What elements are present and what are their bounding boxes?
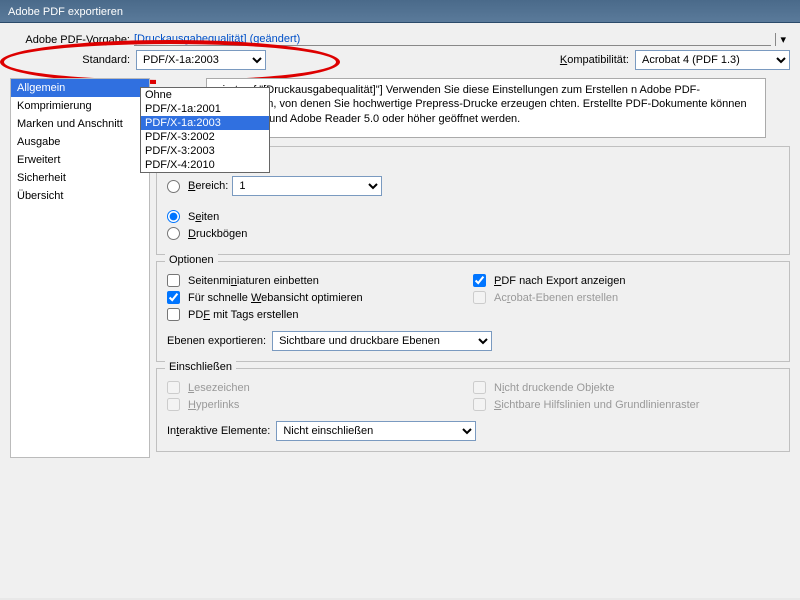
radio-spreads-row: Druckbögen — [167, 227, 779, 240]
sidebar: Allgemein Komprimierung Marken und Ansch… — [10, 78, 150, 458]
sidebar-item-uebersicht[interactable]: Übersicht — [11, 187, 149, 205]
dd-item-x1a2003[interactable]: PDF/X-1a:2003 — [141, 116, 269, 130]
window-titlebar: Adobe PDF exportieren — [0, 0, 800, 23]
interactive-select[interactable]: Nicht einschließen — [276, 421, 476, 441]
check-thumbnails[interactable] — [167, 274, 180, 287]
sidebar-item-marken[interactable]: Marken und Anschnitt — [11, 115, 149, 133]
check-fastweb-label: Für schnelle Webansicht optimieren — [188, 292, 363, 304]
compat-group: Kompatibilität: Acrobat 4 (PDF 1.3) — [560, 50, 790, 70]
radio-pages-row: Seiten — [167, 210, 779, 223]
check-acrolayers-label: Acrobat-Ebenen erstellen — [494, 292, 618, 304]
radio-range-label: Bereich: — [188, 180, 228, 192]
check-bookmarks-label: Lesezeichen — [188, 382, 250, 394]
dd-item-x1a2001[interactable]: PDF/X-1a:2001 — [141, 102, 269, 116]
check-hyperlinks-label: Hyperlinks — [188, 399, 239, 411]
radio-pages[interactable] — [167, 210, 180, 223]
sidebar-item-erweitert[interactable]: Erweitert — [11, 151, 149, 169]
check-guides-label: Sichtbare Hilfslinien und Grundlinienras… — [494, 399, 699, 411]
check-viewafter[interactable] — [473, 274, 486, 287]
standard-compat-row: Standard: PDF/X-1a:2003 Kompatibilität: … — [10, 50, 790, 70]
export-layers-label: Ebenen exportieren: — [167, 335, 266, 347]
include-title: Einschließen — [165, 361, 236, 373]
chevron-down-icon[interactable]: ▾ — [775, 33, 790, 46]
preset-select[interactable]: [Druckausgabequalität] (geändert) — [134, 33, 771, 46]
check-tagged[interactable] — [167, 308, 180, 321]
window-title: Adobe PDF exportieren — [8, 6, 123, 18]
standard-dropdown-popup: Ohne PDF/X-1a:2001 PDF/X-1a:2003 PDF/X-3… — [140, 87, 270, 173]
radio-pages-label: Seiten — [188, 211, 219, 223]
radio-range[interactable] — [167, 180, 180, 193]
options-title: Optionen — [165, 254, 218, 266]
options-section: Optionen Seitenminiaturen einbetten Für … — [156, 261, 790, 362]
compat-label: Kompatibilität: — [560, 54, 629, 66]
check-bookmarks — [167, 381, 180, 394]
interactive-label: Interaktive Elemente: — [167, 425, 270, 437]
radio-range-row: Bereich: 1 — [167, 176, 779, 196]
check-acrolayers — [473, 291, 486, 304]
sidebar-item-ausgabe[interactable]: Ausgabe — [11, 133, 149, 151]
dd-item-x32003[interactable]: PDF/X-3:2003 — [141, 144, 269, 158]
compat-select[interactable]: Acrobat 4 (PDF 1.3) — [635, 50, 790, 70]
standard-group: Standard: PDF/X-1a:2003 — [10, 50, 266, 70]
interactive-row: Interaktive Elemente: Nicht einschließen — [167, 421, 779, 441]
check-thumbnails-label: Seitenminiaturen einbetten — [188, 275, 319, 287]
check-nonprinting — [473, 381, 486, 394]
range-select[interactable]: 1 — [232, 176, 382, 196]
main-area: Allgemein Komprimierung Marken und Ansch… — [10, 78, 790, 458]
sidebar-item-komprimierung[interactable]: Komprimierung — [11, 97, 149, 115]
options-cols: Seitenminiaturen einbetten Für schnelle … — [167, 270, 779, 325]
check-nonprinting-label: Nicht druckende Objekte — [494, 382, 614, 394]
check-guides — [473, 398, 486, 411]
description-box: asiert auf "[Druckausgabequalität]"] Ver… — [206, 78, 766, 138]
sidebar-item-allgemein[interactable]: Allgemein — [11, 79, 149, 97]
dd-item-ohne[interactable]: Ohne — [141, 88, 269, 102]
standard-select[interactable]: PDF/X-1a:2003 — [136, 50, 266, 70]
export-layers-row: Ebenen exportieren: Sichtbare und druckb… — [167, 331, 779, 351]
include-cols: Lesezeichen Hyperlinks Nicht druckende O… — [167, 377, 779, 415]
standard-label: Standard: — [10, 54, 130, 66]
dd-item-x42010[interactable]: PDF/X-4:2010 — [141, 158, 269, 172]
radio-spreads-label: Druckbögen — [188, 228, 247, 240]
check-fastweb[interactable] — [167, 291, 180, 304]
radio-spreads[interactable] — [167, 227, 180, 240]
check-hyperlinks — [167, 398, 180, 411]
dd-item-x32002[interactable]: PDF/X-3:2002 — [141, 130, 269, 144]
check-viewafter-label: PDF nach Export anzeigen — [494, 275, 625, 287]
preset-row: Adobe PDF-Vorgabe: [Druckausgabequalität… — [10, 33, 790, 46]
sidebar-item-sicherheit[interactable]: Sicherheit — [11, 169, 149, 187]
check-tagged-label: PDF mit Tags erstellen — [188, 309, 298, 321]
export-layers-select[interactable]: Sichtbare und druckbare Ebenen — [272, 331, 492, 351]
dialog-body: Adobe PDF-Vorgabe: [Druckausgabequalität… — [0, 23, 800, 598]
include-section: Einschließen Lesezeichen Hyperlinks Nich… — [156, 368, 790, 452]
preset-label: Adobe PDF-Vorgabe: — [10, 34, 130, 46]
